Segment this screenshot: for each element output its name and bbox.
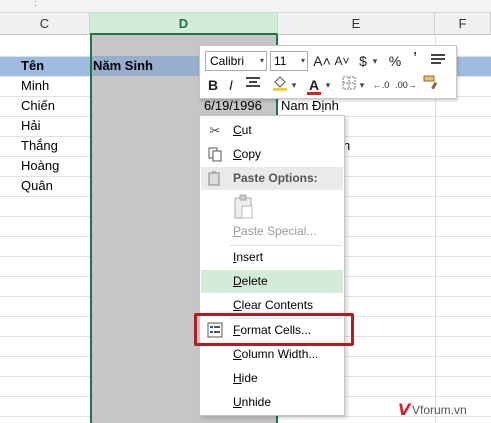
- menu-item-label: Hide: [233, 371, 258, 385]
- menu-section-paste-options: Paste Options:: [201, 167, 343, 190]
- font-size-select[interactable]: 11 ▾: [270, 51, 308, 71]
- formula-bar-grip[interactable]: ∶: [34, 0, 37, 10]
- menu-section-label: Paste Options:: [233, 171, 318, 185]
- paste-icon: [206, 170, 224, 188]
- increase-decimal-button[interactable]: ←.0: [370, 74, 392, 96]
- cell-D-date[interactable]: 6/19/1996: [204, 96, 262, 116]
- menu-item-paste-special[interactable]: Paste Special...: [201, 220, 343, 243]
- currency-button[interactable]: $: [356, 50, 370, 72]
- watermark-logo: V Vforum.vn: [398, 400, 491, 420]
- wrap-format-icon[interactable]: [429, 50, 447, 72]
- watermark-text: Vforum.vn: [412, 403, 467, 417]
- copy-icon: [206, 146, 224, 164]
- menu-item-label: Cut: [233, 123, 252, 137]
- font-name-value: Calibri: [210, 54, 245, 68]
- font-color-button[interactable]: A: [306, 74, 322, 96]
- column-header-D[interactable]: D: [90, 13, 278, 35]
- percent-button[interactable]: %: [386, 50, 404, 72]
- watermark-mark: V: [398, 400, 411, 419]
- decrease-decimal-button[interactable]: .00→: [394, 74, 418, 96]
- cell-name[interactable]: Chiến: [21, 96, 55, 116]
- context-menu: ✂ Cut Copy Paste Options: Paste Special.…: [199, 115, 345, 416]
- scissors-icon: ✂: [209, 123, 221, 138]
- menu-item-cut[interactable]: ✂ Cut: [201, 119, 343, 142]
- column-header-C[interactable]: C: [0, 13, 90, 35]
- formula-bar-edge: ∶: [0, 0, 491, 13]
- fill-color-icon[interactable]: [270, 74, 290, 96]
- chevron-down-icon[interactable]: ▾: [324, 74, 332, 96]
- chevron-down-icon[interactable]: ▾: [370, 50, 380, 72]
- mini-toolbar: Calibri ▾ 11 ▾ A˄ A˅ $ ▾ % ’ B I ▾ A ▾ ▾…: [199, 45, 457, 99]
- menu-item-label: Delete: [233, 274, 268, 288]
- menu-item-delete[interactable]: Delete: [201, 270, 343, 293]
- grow-font-button[interactable]: A˄: [313, 50, 331, 72]
- chevron-down-icon[interactable]: ▾: [358, 74, 366, 96]
- cell-name[interactable]: Hải: [21, 116, 41, 136]
- chevron-down-icon: ▾: [300, 56, 305, 65]
- cell-C-header[interactable]: Tên: [21, 56, 44, 76]
- font-color-bar: [307, 92, 321, 95]
- font-size-value: 11: [274, 54, 287, 68]
- borders-icon[interactable]: [340, 74, 358, 96]
- cell-name[interactable]: Thắng: [21, 136, 58, 156]
- chevron-down-icon[interactable]: ▾: [290, 74, 298, 96]
- format-cells-callout: [194, 313, 354, 346]
- italic-button[interactable]: I: [224, 74, 238, 96]
- chevron-down-icon: ▾: [259, 56, 264, 65]
- menu-item-label: Insert: [233, 250, 264, 264]
- menu-item-insert[interactable]: Insert: [201, 246, 343, 269]
- font-color-glyph: A: [308, 77, 320, 93]
- menu-item-hide[interactable]: Hide: [201, 367, 343, 390]
- cell-D-header[interactable]: Năm Sinh: [93, 56, 153, 76]
- menu-item-unhide[interactable]: Unhide: [201, 391, 343, 414]
- menu-item-label: Paste Special...: [233, 224, 317, 238]
- format-painter-icon[interactable]: [421, 74, 441, 96]
- menu-item-column-width[interactable]: Column Width...: [201, 343, 343, 366]
- column-header-F[interactable]: F: [435, 13, 491, 35]
- cell-name[interactable]: Minh: [21, 76, 49, 96]
- cell-E-place[interactable]: Nam Định: [281, 96, 339, 116]
- comma-style-button[interactable]: ’: [408, 48, 422, 70]
- menu-item-copy[interactable]: Copy: [201, 143, 343, 166]
- font-name-select[interactable]: Calibri ▾: [205, 51, 267, 71]
- cell-name[interactable]: Quân: [21, 176, 53, 196]
- column-header-E[interactable]: E: [278, 13, 435, 35]
- menu-item-label: Copy: [233, 147, 262, 161]
- align-center-icon[interactable]: [244, 74, 262, 96]
- spreadsheet-window: ∶ C D E F Tên Năm Sinh Minh Chiến Hải Th…: [0, 0, 491, 423]
- menu-item-label: Column Width...: [233, 347, 319, 361]
- menu-item-label: Unhide: [233, 395, 272, 409]
- paste-option-button[interactable]: [232, 194, 258, 220]
- shrink-font-button[interactable]: A˅: [333, 50, 351, 72]
- bold-button[interactable]: B: [205, 74, 221, 96]
- cell-name[interactable]: Hoàng: [21, 156, 59, 176]
